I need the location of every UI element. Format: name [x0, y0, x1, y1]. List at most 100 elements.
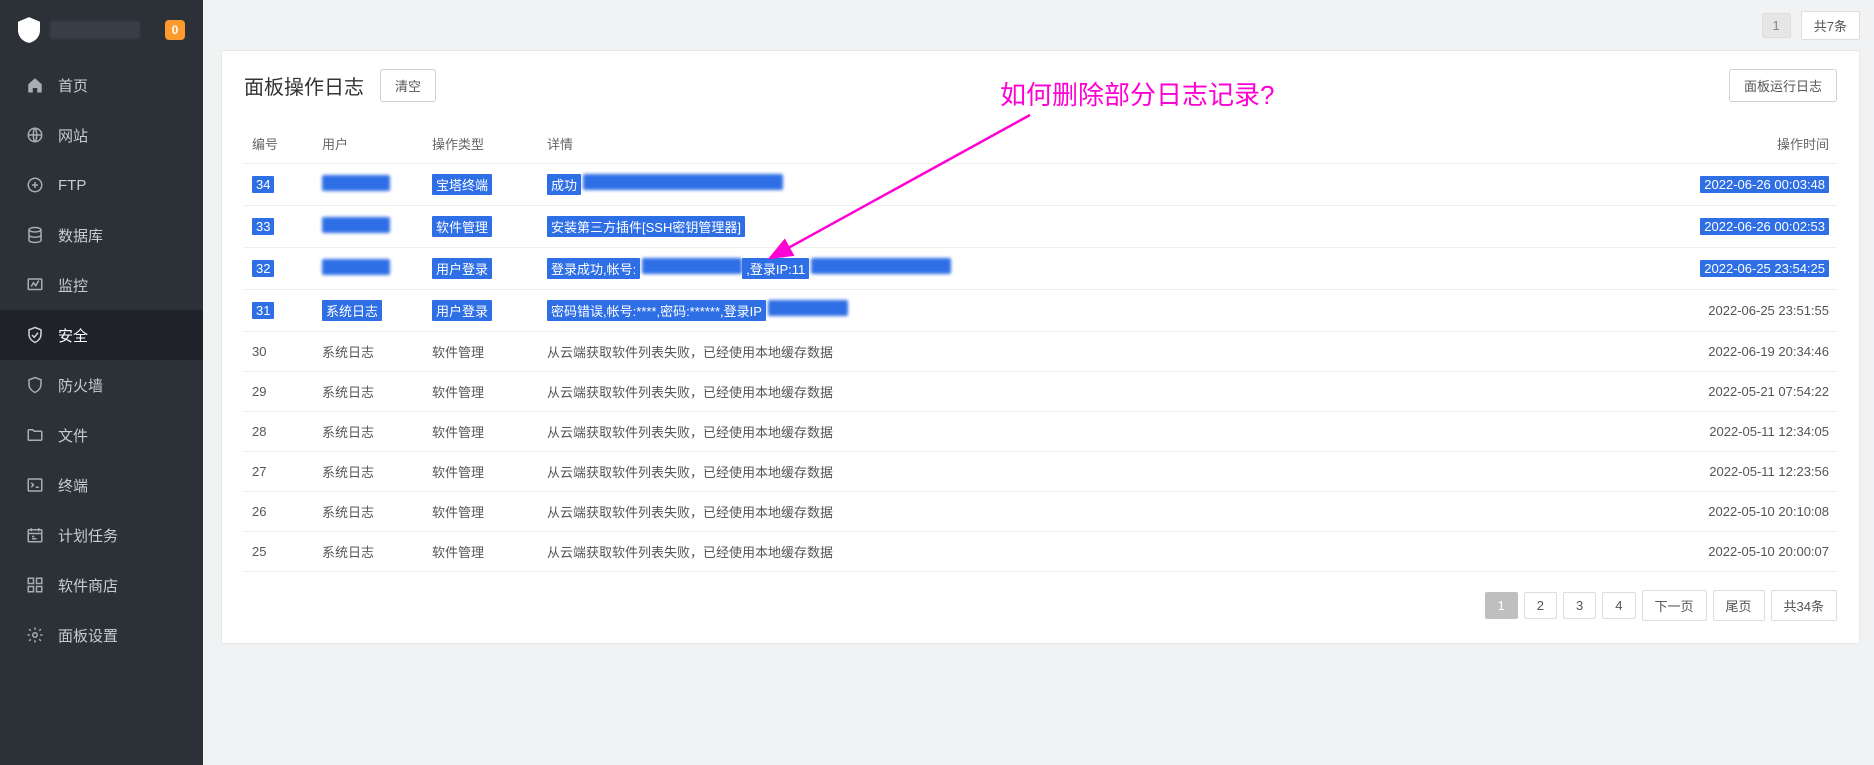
cell-op: 软件管理 [424, 492, 539, 532]
cell-detail: 从云端获取软件列表失败，已经使用本地缓存数据 [539, 372, 1672, 412]
sidebar-item-appstore[interactable]: 软件商店 [0, 560, 203, 610]
table-row[interactable]: 29系统日志软件管理从云端获取软件列表失败，已经使用本地缓存数据2022-05-… [244, 372, 1837, 412]
col-op: 操作类型 [424, 124, 539, 164]
cell-time: 2022-05-10 20:00:07 [1672, 532, 1837, 572]
log-panel: 面板操作日志 清空 面板运行日志 编号 用户 操作类型 详情 操作时间 34宝塔… [221, 50, 1860, 644]
cell-id: 31 [244, 290, 314, 332]
pager-next[interactable]: 下一页 [1642, 590, 1707, 621]
sidebar-item-label: 防火墙 [58, 375, 103, 396]
cron-icon [26, 526, 44, 544]
sidebar-item-terminal[interactable]: 终端 [0, 460, 203, 510]
cell-user [314, 164, 424, 206]
sidebar-item-monitor[interactable]: 监控 [0, 260, 203, 310]
cell-time: 2022-05-21 07:54:22 [1672, 372, 1837, 412]
sidebar-item-label: 首页 [58, 75, 88, 96]
sidebar-item-label: 终端 [58, 475, 88, 496]
cell-time: 2022-06-25 23:51:55 [1672, 290, 1837, 332]
cell-time: 2022-06-19 20:34:46 [1672, 332, 1837, 372]
sidebar-item-label: 计划任务 [58, 525, 118, 546]
table-row[interactable]: 31系统日志用户登录密码错误,帐号:****,密码:******,登录IP202… [244, 290, 1837, 332]
table-row[interactable]: 27系统日志软件管理从云端获取软件列表失败，已经使用本地缓存数据2022-05-… [244, 452, 1837, 492]
cell-id: 28 [244, 412, 314, 452]
panel-runlog-button[interactable]: 面板运行日志 [1729, 69, 1837, 102]
brand: 0 [0, 0, 203, 60]
pager-page-1[interactable]: 1 [1485, 592, 1518, 619]
panel-title: 面板操作日志 [244, 71, 364, 100]
cell-detail: 从云端获取软件列表失败，已经使用本地缓存数据 [539, 492, 1672, 532]
cell-op: 软件管理 [424, 332, 539, 372]
cell-time: 2022-05-10 20:10:08 [1672, 492, 1837, 532]
cell-op: 用户登录 [424, 290, 539, 332]
cell-op: 用户登录 [424, 248, 539, 290]
sidebar-item-label: 网站 [58, 125, 88, 146]
top-pager-bar: 1 共7条 [221, 0, 1860, 50]
sidebar-item-globe[interactable]: 网站 [0, 110, 203, 160]
firewall-icon [26, 376, 44, 394]
table-row[interactable]: 26系统日志软件管理从云端获取软件列表失败，已经使用本地缓存数据2022-05-… [244, 492, 1837, 532]
cell-detail: 安装第三方插件[SSH密钥管理器] [539, 206, 1672, 248]
cell-op: 软件管理 [424, 372, 539, 412]
folder-icon [26, 426, 44, 444]
cell-user: 系统日志 [314, 412, 424, 452]
cell-detail: 登录成功,帐号:,登录IP:11 [539, 248, 1672, 290]
table-row[interactable]: 34宝塔终端成功2022-06-26 00:03:48 [244, 164, 1837, 206]
cell-op: 软件管理 [424, 452, 539, 492]
settings-icon [26, 626, 44, 644]
cell-detail: 从云端获取软件列表失败，已经使用本地缓存数据 [539, 452, 1672, 492]
cell-user [314, 206, 424, 248]
cell-id: 33 [244, 206, 314, 248]
table-header-row: 编号 用户 操作类型 详情 操作时间 [244, 124, 1837, 164]
pager-page-2[interactable]: 2 [1524, 592, 1557, 619]
cell-user: 系统日志 [314, 452, 424, 492]
col-user: 用户 [314, 124, 424, 164]
pager-last[interactable]: 尾页 [1713, 590, 1765, 621]
main-area: 1 共7条 面板操作日志 清空 面板运行日志 编号 用户 操作类型 详情 操作时… [207, 0, 1874, 765]
sidebar-item-label: 数据库 [58, 225, 103, 246]
pager-page-4[interactable]: 4 [1602, 592, 1635, 619]
clear-logs-button[interactable]: 清空 [380, 69, 436, 102]
col-id: 编号 [244, 124, 314, 164]
sidebar-item-folder[interactable]: 文件 [0, 410, 203, 460]
table-row[interactable]: 25系统日志软件管理从云端获取软件列表失败，已经使用本地缓存数据2022-05-… [244, 532, 1837, 572]
sidebar-item-database[interactable]: 数据库 [0, 210, 203, 260]
sidebar-item-firewall[interactable]: 防火墙 [0, 360, 203, 410]
cell-detail: 密码错误,帐号:****,密码:******,登录IP [539, 290, 1672, 332]
cell-time: 2022-06-25 23:54:25 [1672, 248, 1837, 290]
cell-user: 系统日志 [314, 532, 424, 572]
brand-text-blurred [50, 21, 140, 39]
cell-time: 2022-06-26 00:02:53 [1672, 206, 1837, 248]
sidebar-item-cron[interactable]: 计划任务 [0, 510, 203, 560]
cell-id: 29 [244, 372, 314, 412]
table-row[interactable]: 32 用户登录登录成功,帐号:,登录IP:112022-06-25 23:54:2… [244, 248, 1837, 290]
cell-id: 26 [244, 492, 314, 532]
sidebar-item-label: 文件 [58, 425, 88, 446]
pager-page-3[interactable]: 3 [1563, 592, 1596, 619]
sidebar-item-home[interactable]: 首页 [0, 60, 203, 110]
sidebar-item-label: 监控 [58, 275, 88, 296]
globe-icon [26, 126, 44, 144]
table-row[interactable]: 33 软件管理安装第三方插件[SSH密钥管理器]2022-06-26 00:02:… [244, 206, 1837, 248]
ftp-icon [26, 176, 44, 194]
cell-id: 32 [244, 248, 314, 290]
cell-op: 宝塔终端 [424, 164, 539, 206]
table-row[interactable]: 28系统日志软件管理从云端获取软件列表失败，已经使用本地缓存数据2022-05-… [244, 412, 1837, 452]
cell-user: 系统日志 [314, 372, 424, 412]
cell-id: 27 [244, 452, 314, 492]
home-icon [26, 76, 44, 94]
cell-id: 25 [244, 532, 314, 572]
cell-time: 2022-06-26 00:03:48 [1672, 164, 1837, 206]
cell-detail: 从云端获取软件列表失败，已经使用本地缓存数据 [539, 532, 1672, 572]
sidebar-item-settings[interactable]: 面板设置 [0, 610, 203, 660]
cell-op: 软件管理 [424, 412, 539, 452]
notification-badge[interactable]: 0 [165, 20, 185, 40]
cell-detail: 成功 [539, 164, 1672, 206]
pager-total: 共34条 [1771, 590, 1837, 621]
table-row[interactable]: 30系统日志软件管理从云端获取软件列表失败，已经使用本地缓存数据2022-06-… [244, 332, 1837, 372]
cell-user: 系统日志 [314, 332, 424, 372]
panel-header: 面板操作日志 清空 面板运行日志 [244, 69, 1837, 102]
cell-user [314, 248, 424, 290]
cell-op: 软件管理 [424, 206, 539, 248]
sidebar-item-shield[interactable]: 安全 [0, 310, 203, 360]
sidebar-item-ftp[interactable]: FTP [0, 160, 203, 210]
monitor-icon [26, 276, 44, 294]
